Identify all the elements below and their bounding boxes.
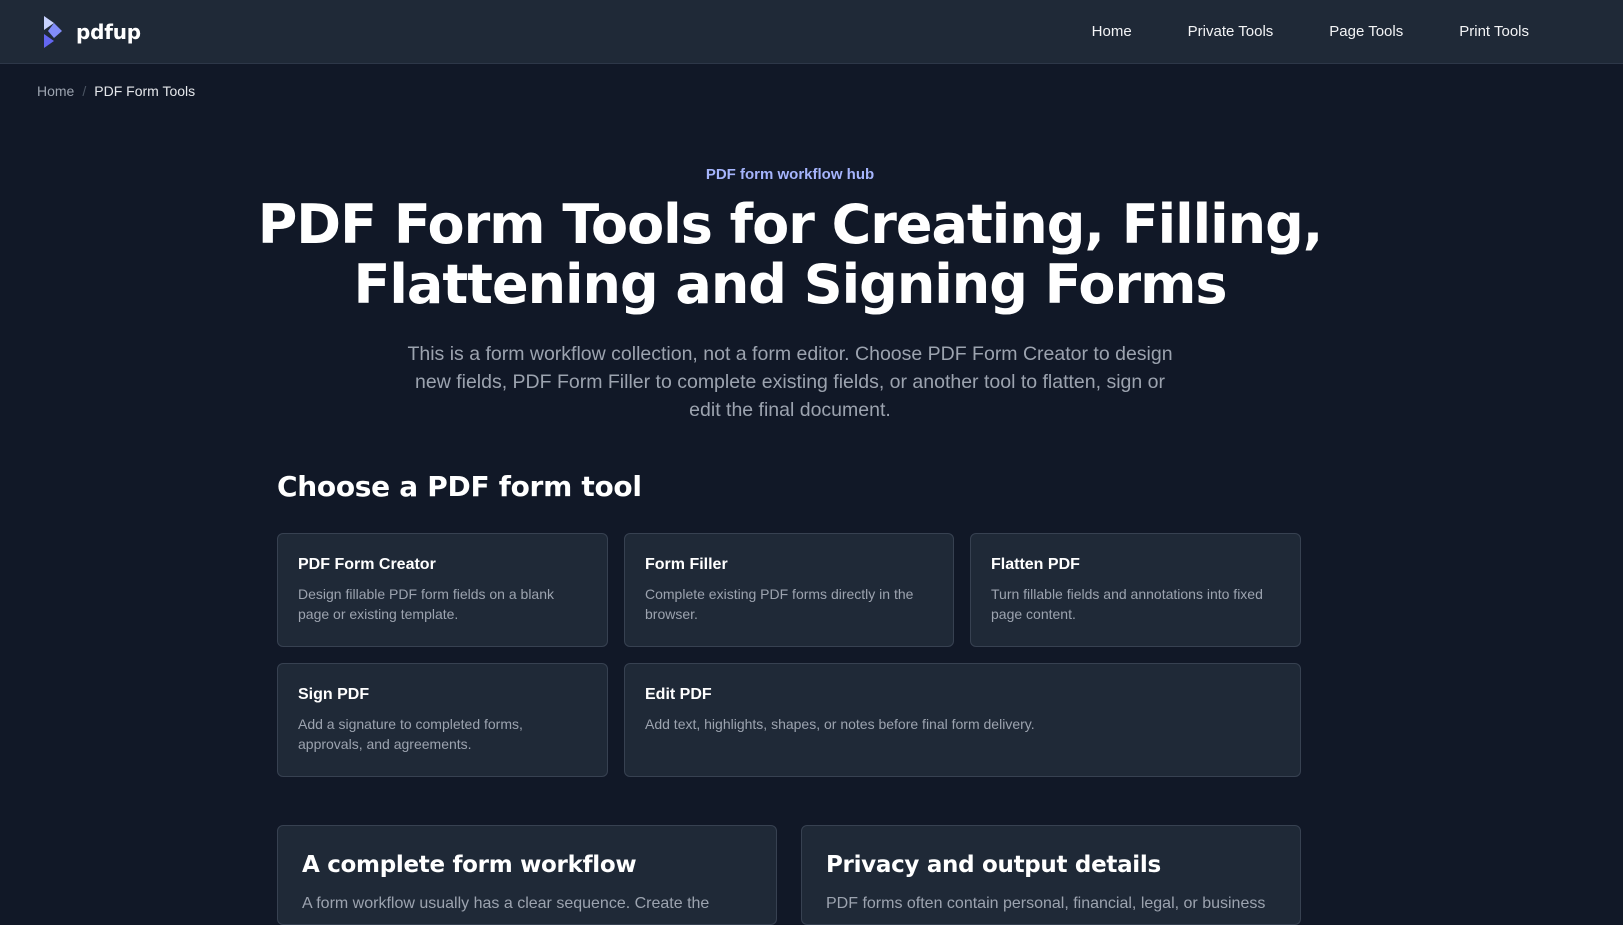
- info-panel-text: A form workflow usually has a clear sequ…: [302, 895, 710, 912]
- tool-card-description: Add text, highlights, shapes, or notes b…: [645, 716, 1035, 732]
- tool-card-title: Sign PDF: [298, 686, 370, 703]
- tool-card-title: Edit PDF: [645, 686, 712, 703]
- tool-card-flatten-pdf[interactable]: Flatten PDF Turn fillable fields and ann…: [970, 533, 1301, 647]
- nav-private-tools[interactable]: Private Tools: [1160, 0, 1302, 64]
- nav-home[interactable]: Home: [1064, 0, 1160, 64]
- info-panel-form-workflow: A complete form workflow A form workflow…: [277, 825, 777, 925]
- tool-card-form-filler[interactable]: Form Filler Complete existing PDF forms …: [624, 533, 954, 647]
- tool-card-title: Flatten PDF: [991, 556, 1080, 573]
- brand-name: pdfup: [76, 20, 141, 44]
- tool-card-title: Form Filler: [645, 556, 728, 573]
- breadcrumb-home-link[interactable]: Home: [37, 83, 74, 99]
- info-panel-privacy: Privacy and output details PDF forms oft…: [801, 825, 1301, 925]
- pdfup-logo-icon: [44, 16, 62, 48]
- tool-card-pdf-form-creator[interactable]: PDF Form Creator Design fillable PDF for…: [277, 533, 608, 647]
- hero-eyebrow: PDF form workflow hub: [705, 166, 875, 183]
- tools-section-title: Choose a PDF form tool: [277, 470, 642, 503]
- page-title: PDF Form Tools for Creating, Filling, Fl…: [257, 193, 1324, 316]
- breadcrumb-current: PDF Form Tools: [94, 83, 196, 99]
- nav-print-tools[interactable]: Print Tools: [1431, 0, 1529, 64]
- main-nav: Home Private Tools Page Tools Print Tool…: [1064, 0, 1529, 64]
- info-panel-title: A complete form workflow: [302, 852, 637, 878]
- tool-card-description: Turn fillable fields and annotations int…: [991, 586, 1263, 622]
- top-header: pdfup Home Private Tools Page Tools Prin…: [0, 0, 1623, 64]
- tool-card-description: Add a signature to completed forms, appr…: [298, 716, 523, 752]
- breadcrumb: Home / PDF Form Tools: [37, 80, 195, 102]
- tool-card-sign-pdf[interactable]: Sign PDF Add a signature to completed fo…: [277, 663, 608, 777]
- tool-card-title: PDF Form Creator: [298, 556, 436, 573]
- nav-page-tools[interactable]: Page Tools: [1301, 0, 1431, 64]
- hero-subtitle: This is a form workflow collection, not …: [407, 343, 1173, 421]
- info-panel-title: Privacy and output details: [826, 852, 1161, 878]
- tool-card-description: Complete existing PDF forms directly in …: [645, 586, 914, 622]
- brand-logo[interactable]: pdfup: [42, 14, 141, 50]
- info-panel-text: PDF forms often contain personal, financ…: [826, 895, 1266, 912]
- tool-card-description: Design fillable PDF form fields on a bla…: [298, 586, 555, 622]
- tool-card-edit-pdf[interactable]: Edit PDF Add text, highlights, shapes, o…: [624, 663, 1301, 777]
- breadcrumb-separator: /: [82, 83, 87, 99]
